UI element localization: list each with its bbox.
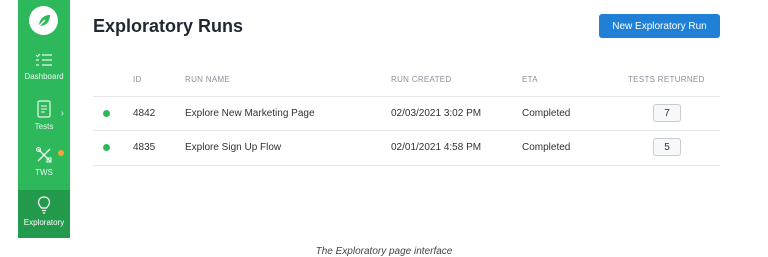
table-row[interactable]: 4835 Explore Sign Up Flow 02/01/2021 4:5… xyxy=(93,130,720,166)
table-row[interactable]: 4842 Explore New Marketing Page 02/03/20… xyxy=(93,96,720,131)
column-header-run-created[interactable]: RUN CREATED xyxy=(391,75,452,84)
figure-caption: The Exploratory page interface xyxy=(315,246,453,257)
sidebar: Dashboard › Tests TWS Exploratory xyxy=(18,0,70,238)
sidebar-item-label: Exploratory xyxy=(23,218,65,227)
run-eta: Completed xyxy=(522,108,571,119)
sidebar-item-exploratory[interactable]: Exploratory xyxy=(18,190,70,238)
tests-returned-count[interactable]: 7 xyxy=(653,104,681,122)
chevron-right-icon[interactable]: › xyxy=(61,108,64,119)
sidebar-item-label: Tests xyxy=(34,122,54,131)
tools-icon xyxy=(35,146,53,164)
run-created: 02/01/2021 4:58 PM xyxy=(391,142,482,153)
column-header-run-name[interactable]: RUN NAME xyxy=(185,75,230,84)
sidebar-item-tws[interactable]: TWS xyxy=(18,146,70,194)
lightbulb-icon xyxy=(37,196,51,214)
sidebar-item-label: TWS xyxy=(35,168,53,177)
new-exploratory-run-button[interactable]: New Exploratory Run xyxy=(599,14,720,38)
notification-dot xyxy=(58,150,64,156)
run-created: 02/03/2021 3:02 PM xyxy=(391,108,482,119)
sidebar-item-label: Dashboard xyxy=(24,72,64,81)
status-dot xyxy=(103,110,110,117)
column-header-id[interactable]: ID xyxy=(133,75,142,84)
leaf-icon[interactable] xyxy=(29,6,58,35)
run-name[interactable]: Explore New Marketing Page xyxy=(185,108,315,119)
run-id: 4835 xyxy=(133,142,156,153)
document-icon xyxy=(37,100,51,118)
page-title: Exploratory Runs xyxy=(93,16,244,36)
status-dot xyxy=(103,144,110,151)
run-eta: Completed xyxy=(522,142,571,153)
list-check-icon xyxy=(35,52,53,68)
tests-returned-count[interactable]: 5 xyxy=(653,138,681,156)
sidebar-item-dashboard[interactable]: Dashboard xyxy=(18,52,70,100)
run-id: 4842 xyxy=(133,108,156,119)
run-name[interactable]: Explore Sign Up Flow xyxy=(185,142,281,153)
sidebar-item-tests[interactable]: › Tests xyxy=(18,100,70,148)
column-header-tests-returned[interactable]: TESTS RETURNED xyxy=(628,75,705,84)
column-header-eta[interactable]: ETA xyxy=(522,75,538,84)
